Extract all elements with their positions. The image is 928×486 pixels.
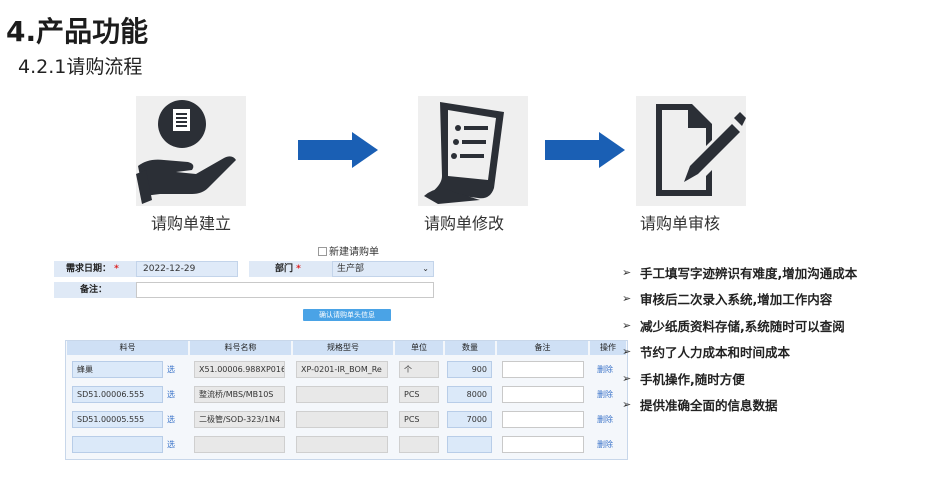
select-link[interactable]: 选 [167,389,175,400]
chevron-down-icon: ⌄ [422,264,429,273]
list-item-text: 节约了人力成本和时间成本 [640,345,791,361]
item-name-field [194,436,285,453]
column-header: 操作 [590,341,626,355]
step-label-create: 请购单建立 [150,214,231,233]
list-item: ➢ 节约了人力成本和时间成本 [622,339,857,366]
dept-select[interactable]: 生产部 ⌄ [332,261,434,277]
delete-link[interactable]: 删除 [597,414,613,425]
select-link[interactable]: 选 [167,439,175,450]
spec-field: XP-0201-IR_BOM_Re [296,361,388,378]
item-code-input[interactable] [72,436,163,453]
bullet-arrow-icon: ➢ [622,371,632,385]
select-link[interactable]: 选 [167,364,175,375]
list-item-text: 手工填写字迹辨识有难度,增加沟通成本 [640,265,858,281]
pen-document-icon [636,96,746,206]
unit-field [399,436,439,453]
list-item: ➢ 手机操作,随时方便 [622,365,857,392]
remark-label: 备注： [54,282,136,298]
bullet-arrow-icon: ➢ [622,318,632,332]
list-item-text: 手机操作,随时方便 [640,371,745,387]
list-item: ➢ 减少纸质资料存储,系统随时可以查阅 [622,312,857,339]
spec-field [296,411,388,428]
spec-field [296,436,388,453]
dept-label: 部门 * [249,261,332,277]
hand-document-icon [136,96,246,206]
section-subtitle: 4.2.1请购流程 [18,56,143,78]
benefits-list: ➢ 手工填写字迹辨识有难度,增加沟通成本 ➢ 审核后二次录入系统,增加工作内容 ➢ 减… [622,259,857,418]
unit-field: 个 [399,361,439,378]
checklist-document-icon [418,96,528,206]
date-label: 需求日期： * [54,261,136,277]
item-name-field: 整流桥/MBS/MB10S [194,386,285,403]
quantity-input[interactable]: 7000 [447,411,492,428]
item-code-input[interactable]: SD51.00005.555 [72,411,163,428]
form-title-text: 新建请购单 [329,247,379,258]
arrow-right-icon [298,132,378,168]
column-header: 单位 [395,341,443,355]
bullet-arrow-icon: ➢ [622,398,632,412]
unit-field: PCS [399,411,439,428]
form-title: 新建请购单 [318,243,379,258]
list-item-text: 减少纸质资料存储,系统随时可以查阅 [640,318,845,334]
dept-select-value: 生产部 [337,264,365,274]
delete-link[interactable]: 删除 [597,364,613,375]
column-header: 数量 [445,341,495,355]
bullet-arrow-icon: ➢ [622,345,632,359]
quantity-input[interactable]: 8000 [447,386,492,403]
item-code-input[interactable]: SD51.00006.555 [72,386,163,403]
delete-link[interactable]: 删除 [597,439,613,450]
unit-field: PCS [399,386,439,403]
bullet-arrow-icon: ➢ [622,265,632,279]
remark-input[interactable] [136,282,434,298]
quantity-input[interactable] [447,436,492,453]
date-input[interactable]: 2022-12-29 [136,261,238,277]
quantity-input[interactable]: 900 [447,361,492,378]
column-header: 规格型号 [293,341,393,355]
remark-cell-input[interactable] [502,411,584,428]
item-name-field: X51.00006.988XP016 [194,361,285,378]
page-title: 4.产品功能 [6,15,149,48]
column-header: 备注 [497,341,588,355]
step-label-modify: 请购单修改 [423,214,504,233]
date-label-text: 需求日期： [66,264,112,274]
bullet-arrow-icon: ➢ [622,292,632,306]
remark-cell-input[interactable] [502,361,584,378]
select-link[interactable]: 选 [167,414,175,425]
item-name-field: 二极管/SOD-323/1N4 [194,411,285,428]
confirm-header-button[interactable]: 确认请购单头信息 [303,309,391,321]
step-label-review: 请购单审核 [639,214,720,233]
list-item: ➢ 审核后二次录入系统,增加工作内容 [622,286,857,313]
list-item-text: 提供准确全面的信息数据 [640,398,778,414]
required-mark: * [296,264,301,274]
arrow-right-icon [545,132,625,168]
dept-label-text: 部门 [275,264,294,274]
required-mark: * [114,264,119,274]
remark-cell-input[interactable] [502,386,584,403]
list-item-text: 审核后二次录入系统,增加工作内容 [640,292,833,308]
checkbox-icon [318,247,327,256]
column-header: 料号名称 [190,341,291,355]
item-code-input[interactable]: 蜂巢 [72,361,163,378]
column-header: 料号 [67,341,188,355]
spec-field [296,386,388,403]
list-item: ➢ 提供准确全面的信息数据 [622,392,857,419]
remark-cell-input[interactable] [502,436,584,453]
delete-link[interactable]: 删除 [597,389,613,400]
list-item: ➢ 手工填写字迹辨识有难度,增加沟通成本 [622,259,857,286]
